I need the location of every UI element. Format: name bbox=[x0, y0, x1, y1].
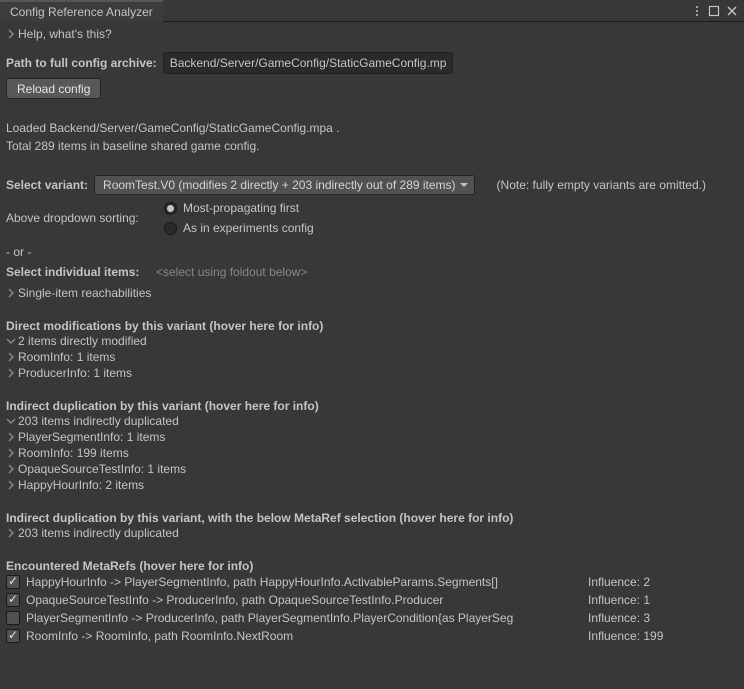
metaref-text: PlayerSegmentInfo -> ProducerInfo, path … bbox=[26, 611, 582, 625]
status-total: Total 289 items in baseline shared game … bbox=[6, 139, 738, 153]
chevron-down-icon bbox=[6, 336, 16, 346]
metaref-influence: Influence: 2 bbox=[588, 575, 738, 589]
variant-note: (Note: fully empty variants are omitted.… bbox=[497, 178, 706, 192]
window-tab[interactable]: Config Reference Analyzer bbox=[0, 0, 163, 22]
window-title: Config Reference Analyzer bbox=[10, 5, 153, 19]
chevron-down-icon bbox=[6, 416, 16, 426]
variant-selected: RoomTest.V0 (modifies 2 directly + 203 i… bbox=[103, 178, 456, 192]
path-label: Path to full config archive: bbox=[6, 56, 157, 70]
chevron-right-icon bbox=[6, 432, 16, 442]
metaref-row: OpaqueSourceTestInfo -> ProducerInfo, pa… bbox=[6, 591, 738, 609]
tree-item-label: RoomInfo: 199 items bbox=[18, 446, 129, 460]
metaref-checkbox[interactable] bbox=[6, 629, 20, 643]
indirect-summary-foldout[interactable]: 203 items indirectly duplicated bbox=[6, 413, 738, 429]
single-reach-foldout[interactable]: Single-item reachabilities bbox=[6, 285, 738, 301]
metaref-influence: Influence: 1 bbox=[588, 593, 738, 607]
tree-item[interactable]: HappyHourInfo: 2 items bbox=[6, 477, 738, 493]
status-loaded: Loaded Backend/Server/GameConfig/StaticG… bbox=[6, 121, 738, 135]
variant-dropdown[interactable]: RoomTest.V0 (modifies 2 directly + 203 i… bbox=[94, 175, 475, 195]
chevron-right-icon bbox=[6, 528, 16, 538]
metaref-checkbox[interactable] bbox=[6, 575, 20, 589]
tree-item-label: HappyHourInfo: 2 items bbox=[18, 478, 144, 492]
tree-item-label: PlayerSegmentInfo: 1 items bbox=[18, 430, 165, 444]
metaref-row: HappyHourInfo -> PlayerSegmentInfo, path… bbox=[6, 573, 738, 591]
metaref-text: HappyHourInfo -> PlayerSegmentInfo, path… bbox=[26, 575, 582, 589]
path-input[interactable] bbox=[163, 52, 453, 74]
tree-item[interactable]: PlayerSegmentInfo: 1 items bbox=[6, 429, 738, 445]
tree-item-label: OpaqueSourceTestInfo: 1 items bbox=[18, 462, 186, 476]
metaref-row: RoomInfo -> RoomInfo, path RoomInfo.Next… bbox=[6, 627, 738, 645]
sorting-label: Above dropdown sorting: bbox=[6, 211, 156, 225]
radio-opt1-label: Most-propagating first bbox=[183, 201, 299, 215]
chevron-right-icon bbox=[6, 448, 16, 458]
help-label: Help, what's this? bbox=[18, 27, 112, 41]
reload-button[interactable]: Reload config bbox=[6, 78, 101, 99]
indirect-meta-heading: Indirect duplication by this variant, wi… bbox=[6, 511, 738, 525]
titlebar: Config Reference Analyzer bbox=[0, 0, 744, 22]
chevron-right-icon bbox=[6, 29, 16, 39]
indirect-meta-summary: 203 items indirectly duplicated bbox=[18, 526, 179, 540]
maximize-icon[interactable] bbox=[708, 5, 720, 17]
metarefs-heading: Encountered MetaRefs (hover here for inf… bbox=[6, 559, 738, 573]
direct-heading: Direct modifications by this variant (ho… bbox=[6, 319, 738, 333]
chevron-right-icon bbox=[6, 464, 16, 474]
indirect-heading: Indirect duplication by this variant (ho… bbox=[6, 399, 738, 413]
help-foldout[interactable]: Help, what's this? bbox=[6, 26, 738, 42]
radio-opt2-label: As in experiments config bbox=[183, 221, 314, 235]
chevron-right-icon bbox=[6, 368, 16, 378]
metaref-influence: Influence: 199 bbox=[588, 629, 738, 643]
metaref-row: PlayerSegmentInfo -> ProducerInfo, path … bbox=[6, 609, 738, 627]
tree-item[interactable]: RoomInfo: 1 items bbox=[6, 349, 738, 365]
single-reach-label: Single-item reachabilities bbox=[18, 286, 151, 300]
indirect-summary: 203 items indirectly duplicated bbox=[18, 414, 179, 428]
metaref-influence: Influence: 3 bbox=[588, 611, 738, 625]
individual-label: Select individual items: bbox=[6, 265, 146, 279]
metaref-text: OpaqueSourceTestInfo -> ProducerInfo, pa… bbox=[26, 593, 582, 607]
radio-as-in-config[interactable]: As in experiments config bbox=[164, 221, 314, 235]
close-icon[interactable] bbox=[726, 5, 738, 17]
chevron-right-icon bbox=[6, 480, 16, 490]
metaref-text: RoomInfo -> RoomInfo, path RoomInfo.Next… bbox=[26, 629, 582, 643]
indirect-meta-summary-foldout[interactable]: 203 items indirectly duplicated bbox=[6, 525, 738, 541]
or-separator: - or - bbox=[6, 245, 738, 259]
individual-placeholder: <select using foldout below> bbox=[152, 263, 311, 281]
radio-as-in-config-input[interactable] bbox=[164, 222, 177, 235]
tree-item-label: ProducerInfo: 1 items bbox=[18, 366, 132, 380]
direct-summary-foldout[interactable]: 2 items directly modified bbox=[6, 333, 738, 349]
tree-item-label: RoomInfo: 1 items bbox=[18, 350, 115, 364]
radio-most-propagating[interactable]: Most-propagating first bbox=[164, 201, 314, 215]
direct-summary: 2 items directly modified bbox=[18, 334, 147, 348]
metaref-checkbox[interactable] bbox=[6, 593, 20, 607]
chevron-right-icon bbox=[6, 352, 16, 362]
variant-label: Select variant: bbox=[6, 178, 88, 192]
radio-most-propagating-input[interactable] bbox=[164, 202, 177, 215]
tree-item[interactable]: RoomInfo: 199 items bbox=[6, 445, 738, 461]
tree-item[interactable]: ProducerInfo: 1 items bbox=[6, 365, 738, 381]
chevron-right-icon bbox=[6, 288, 16, 298]
tree-item[interactable]: OpaqueSourceTestInfo: 1 items bbox=[6, 461, 738, 477]
metaref-checkbox[interactable] bbox=[6, 611, 20, 625]
kebab-menu-icon[interactable] bbox=[692, 4, 702, 18]
